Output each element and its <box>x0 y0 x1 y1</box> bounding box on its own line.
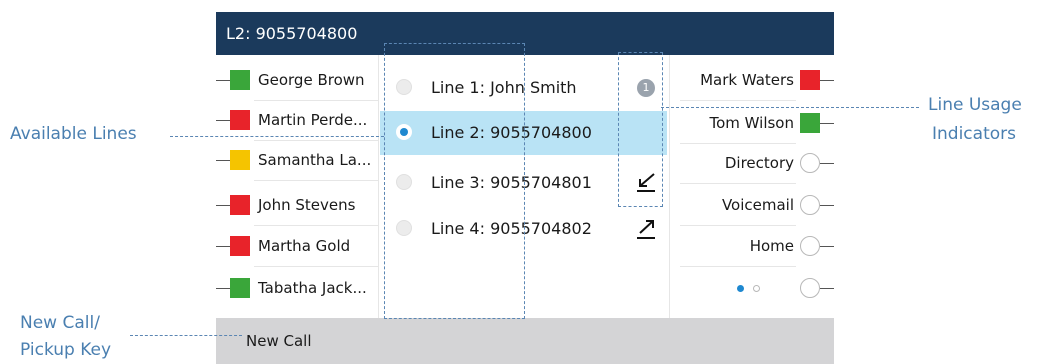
presence-indicator <box>230 195 250 215</box>
key-stub <box>820 205 834 206</box>
left-key-label: Martha Gold <box>258 237 351 255</box>
key-stub <box>216 205 230 206</box>
line-title: L2: 9055704800 <box>226 24 358 43</box>
key-stub <box>820 163 834 164</box>
left-key-label: Samantha La... <box>258 151 372 169</box>
presence-indicator <box>800 113 820 133</box>
softkey-bar: New Call <box>216 318 834 364</box>
presence-indicator <box>230 110 250 130</box>
left-key-6[interactable]: Tabatha Jack... <box>216 269 378 309</box>
right-key-home[interactable]: Home <box>670 227 834 267</box>
key-stub <box>216 160 230 161</box>
left-key-label: Martin Perde... <box>258 111 368 129</box>
right-key-voicemail[interactable]: Voicemail <box>670 186 834 226</box>
right-key-label: Tom Wilson <box>709 114 794 132</box>
key-stub <box>820 288 834 289</box>
divider <box>680 225 796 226</box>
right-key-1[interactable]: Mark Waters <box>670 61 834 101</box>
key-stub <box>216 288 230 289</box>
key-circle-icon <box>800 236 820 256</box>
presence-indicator <box>800 70 820 90</box>
right-key-label: Mark Waters <box>700 71 794 89</box>
status-header: L2: 9055704800 <box>216 12 834 55</box>
right-key-directory[interactable]: Directory <box>670 144 834 184</box>
outgoing-call-arrow-icon <box>637 220 655 239</box>
page-dot-inactive <box>753 285 760 292</box>
key-stub <box>216 246 230 247</box>
right-key-label: Voicemail <box>721 196 794 214</box>
divider <box>254 266 378 267</box>
key-circle-icon <box>800 153 820 173</box>
right-key-2[interactable]: Tom Wilson <box>670 104 834 144</box>
line-usage-callout-2: Indicators <box>932 124 1016 144</box>
left-key-5[interactable]: Martha Gold <box>216 227 378 267</box>
available-lines-outline <box>384 43 525 319</box>
divider <box>254 180 378 181</box>
key-stub <box>216 120 230 121</box>
line-usage-outline <box>618 52 663 207</box>
right-key-label: Directory <box>724 154 794 172</box>
available-lines-leader <box>170 136 384 137</box>
presence-indicator <box>230 236 250 256</box>
key-stub <box>820 80 834 81</box>
key-stub <box>216 80 230 81</box>
key-circle-icon <box>800 278 820 298</box>
right-key-page[interactable] <box>670 269 834 309</box>
left-key-1[interactable]: George Brown <box>216 61 378 101</box>
presence-indicator <box>230 278 250 298</box>
divider <box>680 183 796 184</box>
divider <box>680 100 796 101</box>
divider <box>680 266 796 267</box>
new-call-softkey[interactable]: New Call <box>246 332 312 350</box>
new-call-leader <box>130 335 242 336</box>
left-key-label: George Brown <box>258 71 365 89</box>
key-stub <box>820 123 834 124</box>
right-key-label: Home <box>749 237 794 255</box>
presence-indicator <box>230 70 250 90</box>
page-dot-active <box>737 285 744 292</box>
left-key-label: John Stevens <box>258 196 356 214</box>
left-key-label: Tabatha Jack... <box>258 279 367 297</box>
new-call-callout-1: New Call/ <box>20 313 100 333</box>
presence-indicator <box>230 150 250 170</box>
left-key-3[interactable]: Samantha La... <box>216 141 378 181</box>
key-stub <box>820 246 834 247</box>
divider <box>254 225 378 226</box>
new-call-callout-2: Pickup Key <box>20 340 112 360</box>
line-usage-leader <box>661 107 919 108</box>
left-divider <box>378 55 379 318</box>
available-lines-callout: Available Lines <box>10 124 137 144</box>
line-usage-callout-1: Line Usage <box>928 95 1022 115</box>
key-circle-icon <box>800 195 820 215</box>
left-key-2[interactable]: Martin Perde... <box>216 101 378 141</box>
left-key-4[interactable]: John Stevens <box>216 186 378 226</box>
